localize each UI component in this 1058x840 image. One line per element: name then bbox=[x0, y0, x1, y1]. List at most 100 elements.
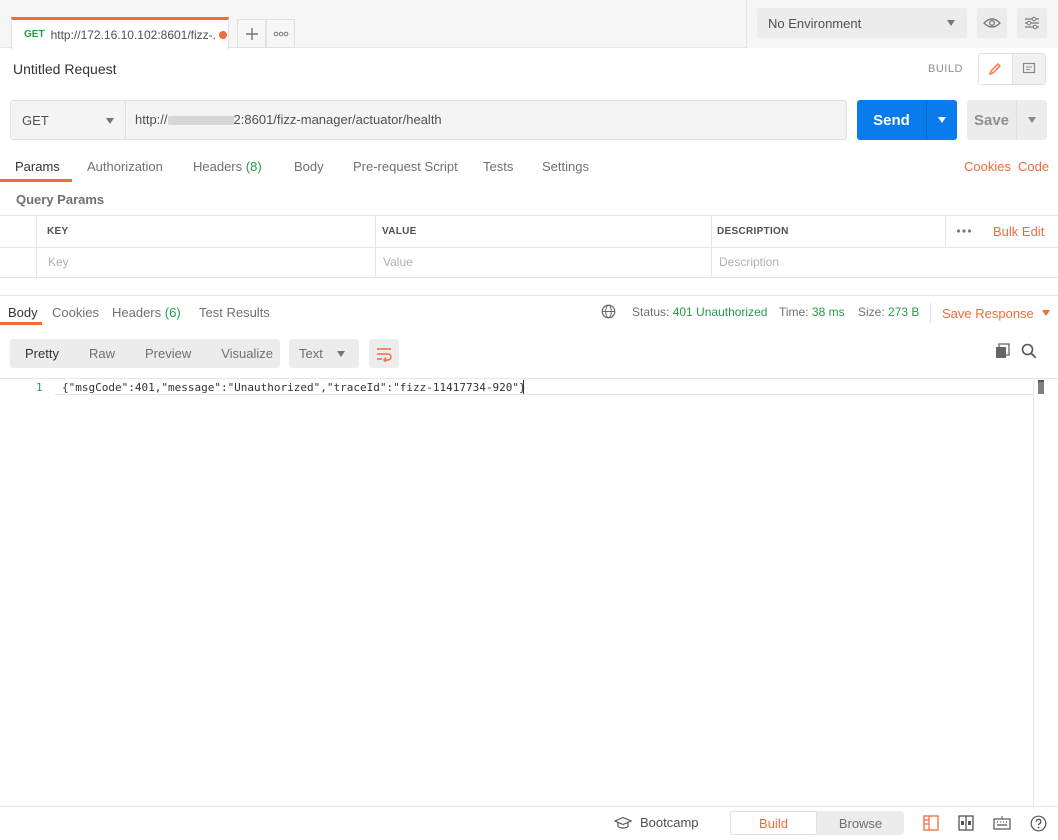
tab-body[interactable]: Body bbox=[294, 159, 324, 174]
request-tab[interactable]: GET http://172.16.10.102:8601/fizz-... bbox=[11, 17, 229, 49]
send-button-group: Send bbox=[857, 100, 957, 140]
two-pane-view-button[interactable] bbox=[956, 813, 976, 833]
columns-options-button[interactable] bbox=[956, 222, 972, 237]
send-button[interactable]: Send bbox=[857, 100, 926, 140]
view-raw[interactable]: Raw bbox=[74, 346, 130, 361]
method-select[interactable]: GET bbox=[11, 101, 126, 139]
save-button[interactable]: Save bbox=[967, 100, 1016, 140]
query-params-title: Query Params bbox=[16, 192, 105, 207]
column-divider bbox=[375, 216, 376, 278]
build-mode-button[interactable]: Build bbox=[730, 811, 817, 835]
environment-label: No Environment bbox=[768, 15, 862, 31]
response-status[interactable]: Status: 401 Unauthorized bbox=[632, 305, 767, 319]
environment-select[interactable]: No Environment bbox=[757, 8, 967, 38]
key-input[interactable]: Key bbox=[48, 255, 69, 269]
cookies-link[interactable]: Cookies bbox=[964, 159, 1011, 174]
response-time[interactable]: Time: 38 ms bbox=[779, 305, 845, 319]
response-size[interactable]: Size: 273 B bbox=[858, 305, 919, 319]
chevron-down-icon bbox=[106, 118, 114, 124]
tab-headers-count: (8) bbox=[245, 159, 262, 174]
tab-url: http://172.16.10.102:8601/fizz-... bbox=[50, 27, 215, 42]
comments-button[interactable] bbox=[1011, 54, 1045, 84]
chevron-down-icon bbox=[337, 351, 345, 357]
keyboard-icon bbox=[993, 816, 1011, 830]
unsaved-dot-icon bbox=[218, 30, 227, 39]
save-options-button[interactable] bbox=[1016, 100, 1047, 140]
help-icon bbox=[1030, 815, 1046, 831]
plus-icon bbox=[245, 27, 258, 40]
url-input[interactable]: http:// 2:8601/fizz-manager/actuator/heal… bbox=[135, 112, 442, 127]
manage-environments-button[interactable] bbox=[1017, 8, 1047, 38]
save-response-button[interactable]: Save Response bbox=[930, 303, 1050, 323]
tab-settings[interactable]: Settings bbox=[542, 159, 589, 174]
send-options-button[interactable] bbox=[926, 100, 957, 140]
response-tab-headers[interactable]: Headers (6) bbox=[112, 305, 181, 320]
view-pretty[interactable]: Pretty bbox=[10, 346, 74, 361]
status-value: 401 Unauthorized bbox=[672, 305, 768, 319]
browse-mode-button[interactable]: Browse bbox=[817, 811, 904, 835]
response-divider bbox=[0, 295, 1058, 296]
tab-options-button[interactable] bbox=[266, 19, 295, 48]
format-select[interactable]: Text bbox=[289, 339, 359, 368]
wrap-lines-button[interactable] bbox=[369, 339, 399, 368]
mode-label: BUILD bbox=[928, 63, 963, 75]
environment-quick-look-button[interactable] bbox=[977, 8, 1007, 38]
response-tab-test-results[interactable]: Test Results bbox=[199, 305, 270, 320]
time-label: Time: bbox=[779, 305, 809, 319]
eye-icon bbox=[983, 18, 1001, 28]
tab-authorization[interactable]: Authorization bbox=[87, 159, 163, 174]
save-response-label: Save Response bbox=[942, 305, 1034, 321]
help-button[interactable] bbox=[1028, 813, 1048, 833]
tab-params[interactable]: Params bbox=[15, 159, 60, 174]
column-header-description: DESCRIPTION bbox=[717, 226, 789, 237]
copy-button[interactable] bbox=[995, 343, 1011, 362]
chevron-down-icon bbox=[1028, 117, 1036, 123]
response-body-text[interactable]: {"msgCode":401,"message":"Unauthorized",… bbox=[62, 381, 526, 394]
format-label: Text bbox=[299, 346, 323, 361]
line-number: 1 bbox=[36, 381, 43, 394]
search-icon bbox=[1021, 343, 1037, 359]
view-preview[interactable]: Preview bbox=[130, 346, 206, 361]
method-label: GET bbox=[22, 112, 49, 128]
copy-icon bbox=[996, 343, 1010, 358]
tab-headers-label: Headers bbox=[193, 159, 243, 174]
bootcamp-button[interactable]: Bootcamp bbox=[614, 815, 699, 830]
url-prefix: http:// bbox=[135, 112, 168, 127]
time-value: 38 ms bbox=[811, 305, 845, 319]
search-button[interactable] bbox=[1021, 343, 1037, 362]
tab-tests[interactable]: Tests bbox=[483, 159, 513, 174]
response-tab-cookies[interactable]: Cookies bbox=[52, 305, 99, 320]
query-params-table bbox=[0, 215, 1058, 278]
editor-scrollbar-thumb[interactable] bbox=[1038, 380, 1044, 394]
request-title[interactable]: Untitled Request bbox=[13, 61, 117, 77]
pencil-icon bbox=[989, 63, 1002, 76]
find-replace-button[interactable] bbox=[921, 813, 941, 833]
mode-toggle bbox=[978, 53, 1046, 85]
code-link[interactable]: Code bbox=[1018, 159, 1049, 174]
sliders-icon bbox=[1025, 16, 1039, 30]
column-divider bbox=[945, 216, 946, 247]
wrap-icon bbox=[377, 347, 392, 362]
url-suffix: 2:8601/fizz-manager/actuator/health bbox=[233, 112, 442, 127]
view-visualize[interactable]: Visualize bbox=[206, 346, 288, 361]
globe-icon[interactable] bbox=[601, 304, 616, 322]
edit-mode-button[interactable] bbox=[979, 54, 1012, 84]
tab-prerequest-script[interactable]: Pre-request Script bbox=[353, 159, 458, 174]
response-headers-label: Headers bbox=[112, 305, 162, 320]
tab-headers[interactable]: Headers (8) bbox=[193, 159, 262, 174]
value-input[interactable]: Value bbox=[383, 255, 413, 269]
response-active-indicator bbox=[0, 322, 42, 325]
bulk-edit-link[interactable]: Bulk Edit bbox=[993, 224, 1044, 239]
more-horizontal-icon bbox=[956, 229, 972, 233]
response-view-group: Pretty Raw Preview Visualize bbox=[10, 339, 280, 368]
editor-scrollbar-track bbox=[1033, 378, 1034, 806]
table-divider bbox=[0, 247, 1058, 248]
build-browse-toggle: Build Browse bbox=[730, 811, 904, 835]
description-input[interactable]: Description bbox=[719, 255, 779, 269]
keyboard-shortcuts-button[interactable] bbox=[992, 813, 1012, 833]
response-tab-body[interactable]: Body bbox=[8, 305, 38, 320]
new-tab-button[interactable] bbox=[237, 19, 266, 48]
text-cursor bbox=[523, 380, 524, 394]
comment-icon bbox=[1022, 62, 1036, 74]
chevron-down-icon bbox=[947, 20, 955, 26]
